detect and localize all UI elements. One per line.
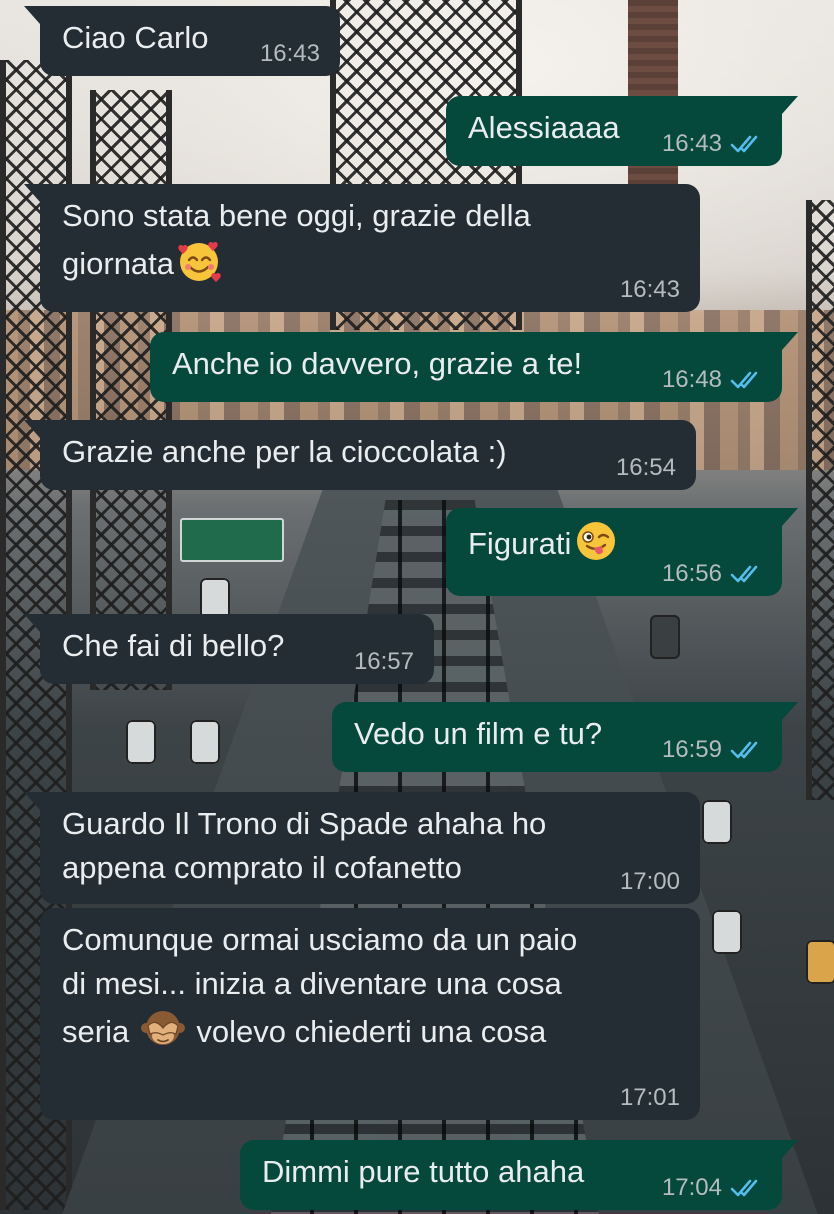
- message-time: 16:56: [661, 560, 722, 587]
- message-meta: 16:54: [616, 454, 676, 482]
- message-incoming[interactable]: Guardo Il Trono di Spade ahaha ho appena…: [24, 792, 700, 904]
- message-text: Guardo Il Trono di Spade ahaha ho appena…: [62, 806, 547, 885]
- message-meta: 16:43: [260, 40, 320, 68]
- message-meta: 16:57: [354, 648, 414, 676]
- message-meta: 16:43: [620, 276, 680, 304]
- message-time: 16:59: [661, 736, 722, 763]
- message-text: Che fai di bello?: [62, 628, 285, 663]
- message-incoming[interactable]: Grazie anche per la cioccolata :) 16:54: [24, 420, 696, 490]
- message-meta: 16:59: [662, 736, 762, 764]
- message-text: Grazie anche per la cioccolata :): [62, 434, 507, 469]
- message-incoming[interactable]: Sono stata bene oggi, grazie della giorn…: [24, 184, 700, 312]
- message-time: 16:48: [661, 366, 722, 393]
- message-outgoing[interactable]: Anche io davvero, grazie a te! 16:48: [150, 332, 798, 402]
- see-no-evil-monkey-icon: [140, 1011, 185, 1045]
- read-ticks-icon: [730, 371, 758, 389]
- message-time: 16:43: [661, 130, 722, 157]
- message-time: 16:43: [259, 40, 320, 67]
- message-text: Dimmi pure tutto ahaha: [262, 1154, 585, 1189]
- winking-face-with-tongue-icon: [577, 522, 616, 560]
- message-incoming[interactable]: Comunque ormai usciamo da un paio di mes…: [40, 908, 700, 1120]
- smiling-face-with-hearts-icon: [178, 241, 221, 282]
- message-text: Figurati: [468, 526, 572, 561]
- message-meta: 16:48: [662, 366, 762, 394]
- read-ticks-icon: [730, 135, 758, 153]
- message-text: Anche io davvero, grazie a te!: [172, 346, 583, 381]
- read-ticks-icon: [730, 741, 758, 759]
- message-text: Vedo un film e tu?: [354, 716, 603, 751]
- message-time: 17:00: [619, 868, 680, 895]
- message-text: volevo chiederti una cosa: [187, 1014, 547, 1049]
- message-list[interactable]: Ciao Carlo 16:43 Alessiaaaa 16:43 Sono s…: [0, 0, 834, 1214]
- message-time: 17:04: [661, 1174, 722, 1201]
- message-meta: 17:01: [620, 1084, 680, 1112]
- message-time: 17:01: [619, 1084, 680, 1111]
- message-time: 16:54: [615, 454, 676, 481]
- message-meta: 17:04: [662, 1174, 762, 1202]
- message-time: 16:57: [353, 648, 414, 675]
- message-outgoing[interactable]: Dimmi pure tutto ahaha 17:04: [240, 1140, 798, 1210]
- message-meta: 16:43: [662, 130, 762, 158]
- read-ticks-icon: [730, 565, 758, 583]
- message-meta: 17:00: [620, 868, 680, 896]
- message-outgoing[interactable]: Alessiaaaa 16:43: [446, 96, 798, 166]
- message-meta: 16:56: [662, 560, 762, 588]
- message-incoming[interactable]: Che fai di bello? 16:57: [24, 614, 434, 684]
- message-outgoing[interactable]: Vedo un film e tu? 16:59: [332, 702, 798, 772]
- message-time: 16:43: [619, 276, 680, 303]
- message-text: Ciao Carlo: [62, 20, 209, 55]
- read-ticks-icon: [730, 1179, 758, 1197]
- message-outgoing[interactable]: Figurati 16:56: [446, 508, 798, 596]
- message-text: Alessiaaaa: [468, 110, 620, 145]
- message-incoming[interactable]: Ciao Carlo 16:43: [24, 6, 340, 76]
- message-text: Sono stata bene oggi, grazie della giorn…: [62, 198, 531, 281]
